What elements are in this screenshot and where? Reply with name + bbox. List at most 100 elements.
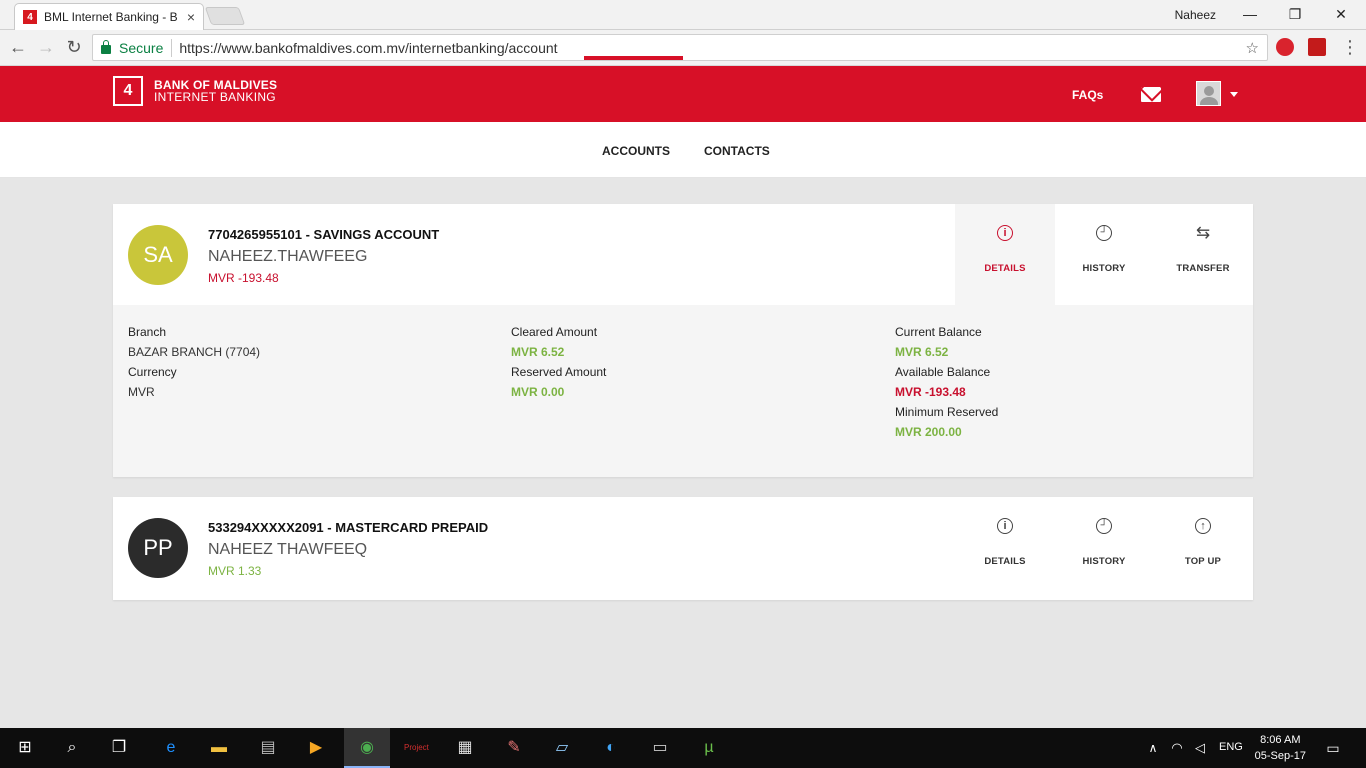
transfer-label: TRANSFER: [1176, 263, 1230, 274]
details-label: DETAILS: [984, 263, 1026, 274]
account-avatar: SA: [128, 225, 188, 285]
account-card: SA 7704265955101 - SAVINGS ACCOUNT NAHEE…: [113, 204, 1253, 477]
terminal-icon[interactable]: ▭: [649, 738, 671, 758]
info-icon-glyph: i: [1003, 227, 1007, 239]
faqs-link[interactable]: FAQs: [1072, 88, 1103, 102]
project-app-icon[interactable]: Project: [404, 738, 429, 758]
browser-profile-name[interactable]: Naheez: [1175, 8, 1216, 22]
menu-icon[interactable]: ⋮: [1340, 38, 1360, 56]
current-balance-value: MVR 6.52: [895, 345, 949, 359]
pdf-extension-icon[interactable]: [1308, 38, 1326, 56]
restore-icon[interactable]: ❐: [1283, 4, 1307, 24]
tab-accounts[interactable]: ACCOUNTS: [602, 144, 670, 158]
secure-label: Secure: [119, 39, 164, 56]
details-label: DETAILS: [984, 556, 1026, 567]
history-label: HISTORY: [1082, 556, 1126, 567]
details-column-3: Current Balance MVR 6.52 Available Balan…: [895, 325, 998, 445]
account-card-header[interactable]: SA 7704265955101 - SAVINGS ACCOUNT NAHEE…: [113, 204, 1253, 305]
utorrent-icon[interactable]: µ: [698, 738, 720, 758]
user-avatar[interactable]: [1196, 81, 1221, 106]
omnibox-divider: [171, 38, 173, 57]
tab-title: BML Internet Banking - B: [44, 10, 178, 24]
printer-app-icon[interactable]: ▤: [257, 738, 279, 758]
clock-date: 05-Sep-17: [1254, 750, 1306, 762]
cleared-amount-value: MVR 6.52: [511, 345, 565, 359]
task-view-icon[interactable]: ❐: [108, 738, 130, 758]
branch-label: Branch: [128, 325, 167, 339]
available-balance-label: Available Balance: [895, 365, 991, 379]
volume-icon[interactable]: ◁: [1189, 738, 1211, 758]
close-window-icon[interactable]: ✕: [1329, 4, 1353, 24]
clock-hand-glyph: ┘: [1100, 520, 1108, 531]
bookmark-star-icon[interactable]: ☆: [1246, 39, 1259, 57]
notification-icon[interactable]: ▭: [1322, 738, 1344, 758]
notes-app-icon[interactable]: ▱: [551, 738, 573, 758]
cleared-amount-label: Cleared Amount: [511, 325, 598, 339]
account-card: PP 533294XXXXX2091 - MASTERCARD PREPAID …: [113, 497, 1253, 600]
details-button[interactable]: i DETAILS: [955, 497, 1055, 598]
minimum-reserved-value: MVR 200.00: [895, 425, 962, 439]
account-balance: MVR -193.48: [208, 271, 279, 285]
minimize-icon[interactable]: —: [1238, 4, 1262, 24]
windows-start-icon[interactable]: ⊞: [14, 738, 36, 758]
bml-favicon-icon: 4: [23, 10, 37, 24]
section-tabs: ACCOUNTS CONTACTS: [0, 122, 1366, 178]
brand-line-2: INTERNET BANKING: [154, 90, 276, 104]
ie-browser-icon[interactable]: ◐: [600, 738, 622, 758]
account-title: 533294XXXXX2091 - MASTERCARD PREPAID: [208, 520, 489, 535]
chevron-down-icon[interactable]: [1230, 92, 1238, 97]
account-card-header[interactable]: PP 533294XXXXX2091 - MASTERCARD PREPAID …: [113, 497, 1253, 598]
forward-arrow-icon[interactable]: →: [36, 38, 56, 56]
back-arrow-icon[interactable]: ←: [8, 38, 28, 56]
account-title: 7704265955101 - SAVINGS ACCOUNT: [208, 227, 440, 242]
new-tab-button[interactable]: [204, 7, 246, 25]
clock[interactable]: 8:06 AM 05-Sep-17: [1255, 732, 1306, 764]
details-button[interactable]: i DETAILS: [955, 204, 1055, 305]
details-column-2: Cleared Amount MVR 6.52 Reserved Amount …: [511, 325, 606, 405]
available-balance-value: MVR -193.48: [895, 385, 966, 399]
calculator-icon[interactable]: ▦: [454, 738, 476, 758]
browser-toolbar: ← → ↻ Secure https://www.bankofmaldives.…: [0, 30, 1366, 66]
search-icon[interactable]: ⌕: [61, 738, 83, 758]
account-balance: MVR 1.33: [208, 564, 262, 578]
account-avatar: PP: [128, 518, 188, 578]
clock-hand-glyph: ┘: [1100, 227, 1108, 238]
details-column-1: Branch BAZAR BRANCH (7704) Currency MVR: [128, 325, 260, 405]
chevron-up-icon[interactable]: ∧: [1142, 738, 1164, 758]
media-player-icon[interactable]: ▶: [305, 738, 327, 758]
arrow-up-glyph: ↑: [1200, 520, 1206, 532]
current-balance-label: Current Balance: [895, 325, 982, 339]
account-holder-name: NAHEEZ THAWFEEQ: [208, 541, 368, 558]
extension-icon[interactable]: [1276, 38, 1294, 56]
url-text[interactable]: https://www.bankofmaldives.com.mv/intern…: [179, 40, 557, 56]
currency-label: Currency: [128, 365, 177, 379]
active-tab-indicator: [584, 56, 683, 60]
windows-taskbar: ⊞ ⌕ ❐ e ▬ ▤ ▶ ◉ Project ▦ ✎ ▱ ◐ ▭ µ ∧ ◠ …: [0, 728, 1366, 768]
file-explorer-icon[interactable]: ▬: [208, 738, 230, 758]
browser-tab[interactable]: 4 BML Internet Banking - B ×: [14, 3, 204, 30]
transfer-arrows-icon: ⇆: [1195, 223, 1211, 242]
reserved-amount-value: MVR 0.00: [511, 385, 565, 399]
browser-tabbar: 4 BML Internet Banking - B × Naheez — ❐ …: [0, 0, 1366, 30]
site-header: 4 BANK OF MALDIVES INTERNET BANKING FAQs: [0, 66, 1366, 122]
edge-browser-icon[interactable]: e: [160, 738, 182, 758]
top-up-button[interactable]: ↑ TOP UP: [1153, 497, 1253, 598]
history-button[interactable]: ┘ HISTORY: [1054, 497, 1154, 598]
wifi-icon[interactable]: ◠: [1166, 738, 1188, 758]
language-indicator[interactable]: ENG: [1219, 741, 1243, 753]
currency-value: MVR: [128, 385, 155, 399]
bml-logo-icon[interactable]: 4: [113, 76, 143, 106]
brand-name[interactable]: BANK OF MALDIVES INTERNET BANKING: [154, 79, 277, 103]
branch-value: BAZAR BRANCH (7704): [128, 345, 261, 359]
mail-icon[interactable]: [1141, 87, 1161, 102]
reload-icon[interactable]: ↻: [64, 38, 84, 56]
tab-close-icon[interactable]: ×: [187, 9, 195, 25]
transfer-button[interactable]: ⇆ TRANSFER: [1153, 204, 1253, 305]
account-holder-name: NAHEEZ.THAWFEEG: [208, 248, 368, 265]
paint-app-icon[interactable]: ✎: [503, 738, 525, 758]
minimum-reserved-label: Minimum Reserved: [895, 405, 999, 419]
history-button[interactable]: ┘ HISTORY: [1054, 204, 1154, 305]
info-icon-glyph: i: [1003, 520, 1007, 532]
chrome-icon[interactable]: ◉: [356, 738, 378, 758]
tab-contacts[interactable]: CONTACTS: [704, 144, 770, 158]
